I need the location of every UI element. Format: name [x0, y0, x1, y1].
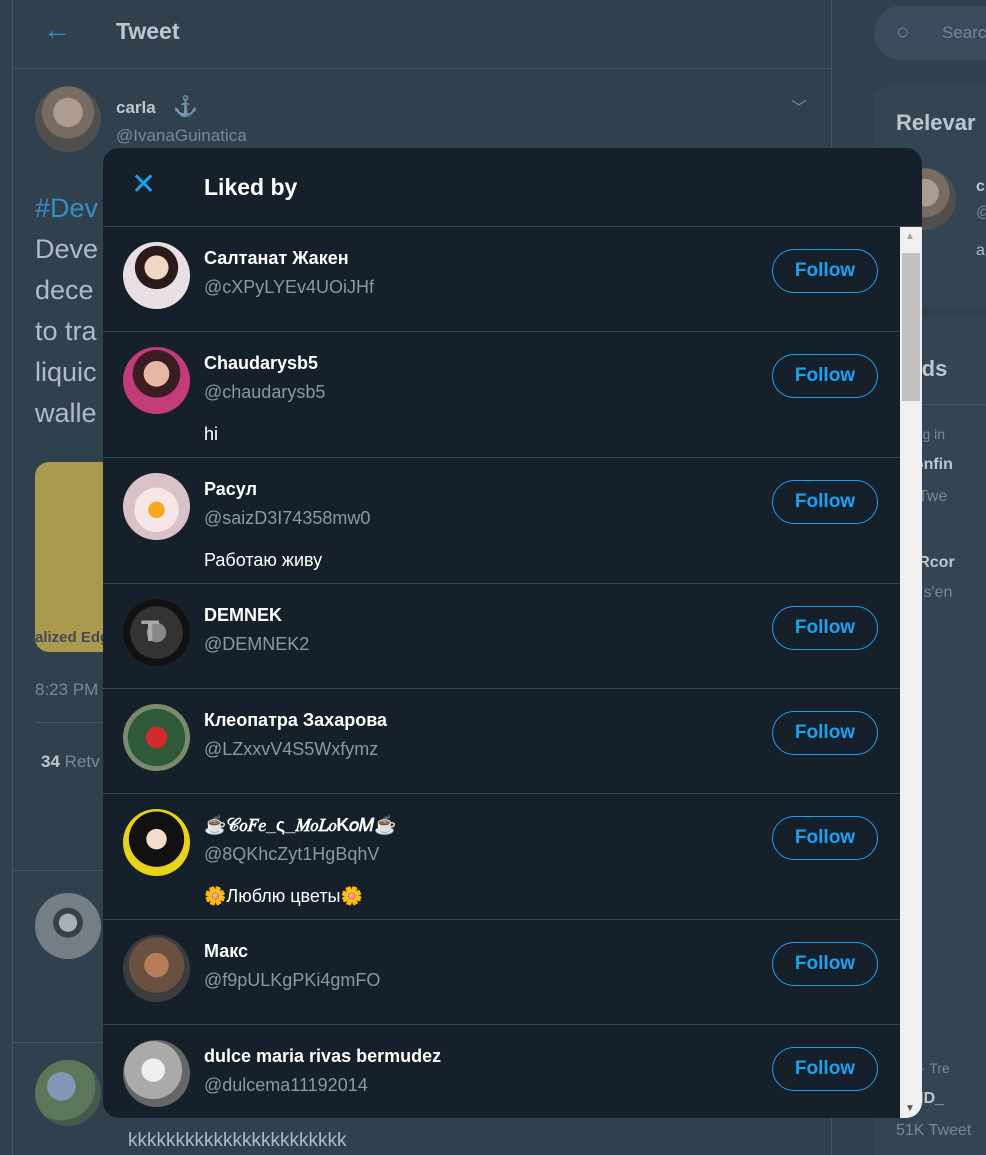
user-row[interactable]: T DEMNEK @DEMNEK2 Follow [103, 584, 900, 689]
user-row[interactable]: Расул @saizD3I74358mw0 Работаю живу Foll… [103, 458, 900, 584]
scroll-down-arrow-icon[interactable]: ▼ [905, 1103, 915, 1114]
user-bio: Работаю живу [204, 550, 323, 570]
user-name[interactable]: dulce maria rivas bermudez [204, 1046, 441, 1067]
scrollbar-thumb[interactable] [902, 253, 920, 401]
user-avatar[interactable] [123, 935, 190, 1002]
user-handle: @LZxxvV4S5Wxfymz [204, 739, 379, 759]
user-avatar[interactable]: T [123, 599, 190, 666]
user-handle: @f9pULKgPKi4gmFO [204, 970, 381, 990]
user-name[interactable]: ☕𝒞𝑜𝐹𝑒_ς_𝑀𝑜𝐿𝑜K𝑜𝑀☕ [204, 815, 397, 836]
liked-by-list: Салтанат Жакен @cXPyLYEv4UOiJHf Follow C… [103, 227, 900, 1118]
close-icon[interactable]: ✕ [131, 170, 156, 200]
user-avatar[interactable] [123, 242, 190, 309]
user-avatar[interactable] [123, 809, 190, 876]
user-handle: @cXPyLYEv4UOiJHf [204, 277, 374, 297]
user-name[interactable]: Chaudarysb5 [204, 353, 318, 374]
follow-button[interactable]: Follow [772, 816, 878, 860]
follow-button[interactable]: Follow [772, 711, 878, 755]
follow-button[interactable]: Follow [772, 606, 878, 650]
tank-logo-icon: T [141, 615, 160, 648]
liked-by-modal: ✕ Liked by Салтанат Жакен @cXPyLYEv4UOiJ… [103, 148, 922, 1118]
user-handle: @8QKhcZyt1HgBqhV [204, 844, 380, 864]
user-name[interactable]: Макс [204, 941, 248, 962]
user-handle: @DEMNEK2 [204, 634, 310, 654]
follow-button[interactable]: Follow [772, 354, 878, 398]
follow-button[interactable]: Follow [772, 942, 878, 986]
modal-title: Liked by [204, 174, 298, 200]
scroll-up-arrow-icon[interactable]: ▲ [905, 231, 915, 242]
follow-button[interactable]: Follow [772, 480, 878, 524]
follow-button[interactable]: Follow [772, 249, 878, 293]
user-name[interactable]: Клеопатра Захарова [204, 710, 387, 731]
user-avatar[interactable] [123, 473, 190, 540]
user-handle: @chaudarysb5 [204, 382, 326, 402]
user-row[interactable]: Клеопатра Захарова @LZxxvV4S5Wxfymz Foll… [103, 689, 900, 794]
user-avatar[interactable] [123, 704, 190, 771]
scrollbar[interactable]: ▲ ▼ [900, 227, 922, 1118]
user-handle: @dulcema11192014 [204, 1075, 368, 1095]
user-row[interactable]: ☕𝒞𝑜𝐹𝑒_ς_𝑀𝑜𝐿𝑜K𝑜𝑀☕ @8QKhcZyt1HgBqhV 🌼Люблю… [103, 794, 900, 920]
user-row[interactable]: Макс @f9pULKgPKi4gmFO Follow [103, 920, 900, 1025]
user-handle: @saizD3I74358mw0 [204, 508, 371, 528]
user-row[interactable]: Салтанат Жакен @cXPyLYEv4UOiJHf Follow [103, 227, 900, 332]
user-bio: hi [204, 424, 219, 444]
follow-button[interactable]: Follow [772, 1047, 878, 1091]
user-row[interactable]: dulce maria rivas bermudez @dulcema11192… [103, 1025, 900, 1118]
user-avatar[interactable] [123, 1040, 190, 1107]
user-name[interactable]: Салтанат Жакен [204, 248, 349, 269]
user-name[interactable]: Расул [204, 479, 257, 500]
user-name[interactable]: DEMNEK [204, 605, 282, 626]
user-avatar[interactable] [123, 347, 190, 414]
user-row[interactable]: Chaudarysb5 @chaudarysb5 hi Follow [103, 332, 900, 458]
modal-header: ✕ Liked by [103, 148, 922, 227]
user-bio: 🌼Люблю цветы🌼 [204, 886, 363, 906]
